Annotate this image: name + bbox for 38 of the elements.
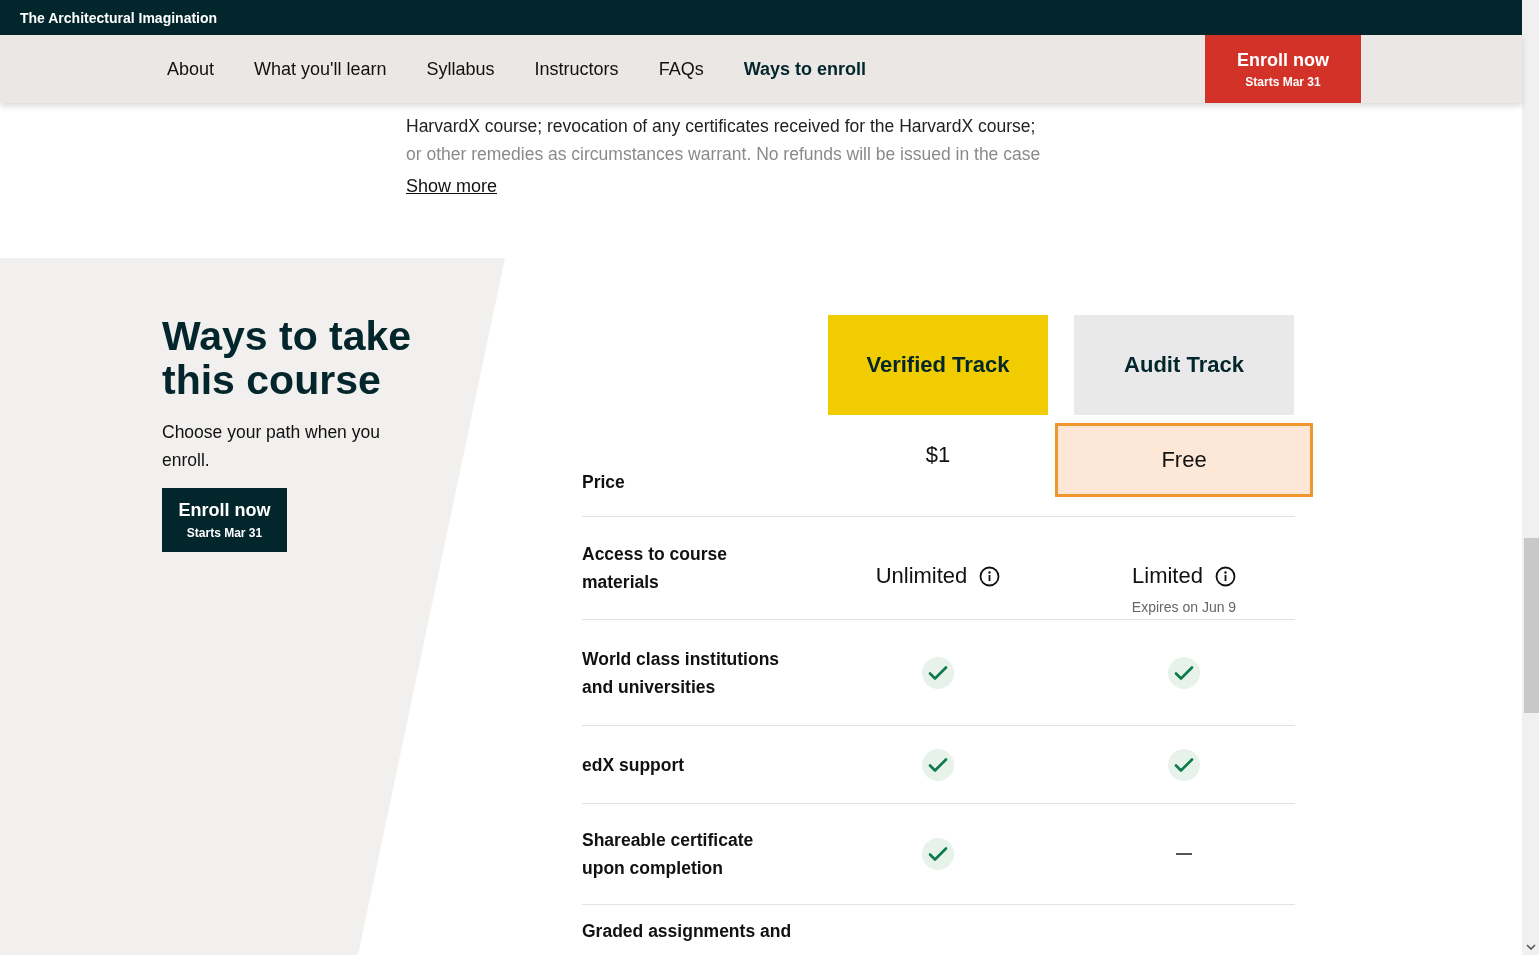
policy-text: HarvardX course; revocation of any certificates received for the HarvardX course;: [406, 115, 1037, 138]
check-icon: [922, 838, 954, 870]
check-icon: [922, 656, 954, 689]
check-icon: [1168, 748, 1200, 781]
enroll-button[interactable]: Enroll now Starts Mar 31: [1205, 35, 1361, 103]
nav-link[interactable]: About: [167, 58, 215, 80]
feature-label: Shareable certificate upon completion: [582, 829, 755, 880]
scroll-down-icon[interactable]: [1526, 944, 1536, 950]
nav-link[interactable]: What you'll learn: [254, 58, 387, 80]
nav-link[interactable]: Ways to enroll: [743, 58, 866, 80]
info-icon[interactable]: [979, 565, 1001, 587]
check-icon: [1168, 656, 1200, 689]
show-more-link[interactable]: Show more: [406, 176, 498, 197]
feature-label: Access to course materials: [582, 543, 728, 594]
price-value: Free: [1055, 422, 1313, 497]
nav-link[interactable]: Instructors: [534, 58, 619, 80]
feature-label: Graded assignments and: [582, 920, 793, 943]
section-heading: Ways to take this course: [162, 314, 413, 402]
section-subtitle: Choose your path when you enroll.: [162, 421, 381, 472]
dash-icon: [1176, 852, 1192, 856]
enroll-button[interactable]: Enroll now Starts Mar 31: [162, 488, 287, 552]
price-value: $1: [925, 441, 951, 468]
scrollbar-thumb[interactable]: [1524, 538, 1539, 713]
scrollbar[interactable]: [1522, 0, 1539, 955]
track-header: Audit Track: [1074, 315, 1294, 415]
expiry-note: Expires on Jun 9: [1131, 599, 1237, 615]
policy-text: or other remedies as circumstances warrant. No refunds will be issued in the case: [406, 143, 1042, 166]
check-icon: [922, 748, 954, 781]
nav-link[interactable]: FAQs: [658, 58, 704, 80]
feature-label: Price: [582, 470, 626, 494]
access-value: Unlimited: [875, 563, 968, 589]
info-icon[interactable]: [1214, 565, 1236, 587]
access-value: Limited: [1132, 563, 1203, 589]
track-header: Verified Track: [828, 315, 1048, 415]
course-title: The Architectural Imagination: [20, 9, 218, 26]
nav-link[interactable]: Syllabus: [426, 58, 495, 80]
feature-label: edX support: [582, 753, 686, 777]
feature-label: World class institutions and universities: [582, 647, 781, 699]
